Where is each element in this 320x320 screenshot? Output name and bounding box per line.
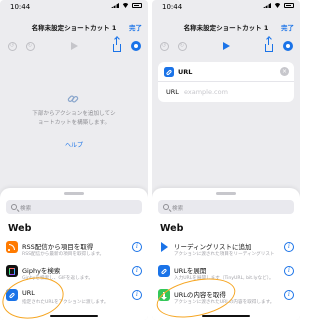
redo-icon: ↻	[177, 41, 187, 51]
nav-bar: 名称未設定ショートカット 1 完了	[0, 14, 148, 36]
action-title: Giphyを検索	[22, 267, 61, 275]
empty-canvas-hint: 下部からアクションを追加してシ ョートカットを構築します。	[16, 110, 132, 128]
redo-button[interactable]: ↻	[176, 40, 188, 52]
home-indicator	[202, 314, 250, 317]
home-indicator	[50, 314, 98, 317]
action-row-reading-list[interactable]: リーディングリストに追加 アクションに渡された項目をリーディングリストに追加しま…	[152, 239, 300, 263]
settings-button[interactable]	[282, 40, 294, 52]
link-icon	[164, 67, 174, 77]
search-icon	[163, 203, 169, 210]
action-card-header: URL ×	[158, 62, 294, 82]
redo-button[interactable]: ↻	[24, 40, 36, 52]
editor-toolbar: ↺ ↻	[152, 36, 300, 56]
nav-bar: 名称未設定ショートカット 1 完了	[152, 14, 300, 36]
shortcut-title: 名称未設定ショートカット 1	[31, 24, 117, 32]
help-link[interactable]: ヘルプ	[0, 140, 148, 149]
info-icon[interactable]: i	[284, 290, 294, 300]
redo-icon: ↻	[25, 41, 35, 51]
status-icons	[111, 3, 142, 8]
search-icon	[11, 203, 17, 210]
action-row-rss[interactable]: RSS配信から項目を取得 RSS配信から最新の項目を取得します。 i	[0, 239, 148, 263]
signal-icon	[263, 3, 271, 8]
info-icon[interactable]: i	[132, 242, 142, 252]
action-card-title: URL	[178, 68, 193, 76]
signal-icon	[111, 3, 119, 8]
editor-toolbar: ↺ ↻	[0, 36, 148, 56]
action-title: リーディングリストに追加	[174, 243, 252, 251]
hint-line-1: 下部からアクションを追加してシ	[32, 111, 116, 117]
url-input[interactable]: example.com	[184, 88, 228, 96]
run-button[interactable]	[68, 40, 80, 52]
sheet-grabber[interactable]	[216, 192, 236, 195]
gear-icon	[283, 41, 293, 51]
shortcut-title: 名称未設定ショートカット 1	[183, 24, 269, 32]
link-icon	[158, 265, 170, 277]
info-icon[interactable]: i	[132, 266, 142, 276]
share-icon	[113, 37, 121, 52]
play-icon	[70, 42, 78, 50]
left-screen: 10:44 名称未設定ショートカット 1 完了 ↺ ↻ 下部からアクションを追加…	[0, 0, 148, 320]
hint-line-2: ョートカットを構築します。	[37, 120, 111, 126]
giphy-icon	[6, 265, 18, 277]
search-placeholder: 検索	[20, 205, 32, 212]
undo-icon: ↺	[7, 41, 17, 51]
status-bar: 10:44	[152, 0, 300, 14]
play-icon	[222, 42, 230, 50]
section-title: Web	[160, 223, 184, 234]
battery-icon	[132, 3, 142, 8]
sheet-grabber[interactable]	[64, 192, 84, 195]
search-field[interactable]: 検索	[158, 200, 294, 214]
info-icon[interactable]: i	[284, 242, 294, 252]
wifi-icon	[122, 3, 129, 8]
action-desc: アクションに渡された項目をリーディングリストに追加します。	[174, 252, 274, 257]
battery-icon	[284, 3, 294, 8]
search-field[interactable]: 検索	[6, 200, 142, 214]
status-bar: 10:44	[0, 0, 148, 14]
section-title: Web	[8, 223, 32, 234]
done-button[interactable]: 完了	[281, 22, 294, 32]
action-desc: RSS配信から最新の項目を取得します。	[22, 252, 105, 257]
link-hint-icon	[66, 92, 80, 106]
action-title: URLを展開	[174, 267, 207, 275]
gear-icon	[131, 41, 141, 51]
url-param-label: URL	[166, 88, 179, 96]
wifi-icon	[274, 3, 281, 8]
share-button[interactable]	[111, 37, 123, 52]
action-title: RSS配信から項目を取得	[22, 243, 94, 251]
run-button[interactable]	[220, 40, 232, 52]
share-icon	[265, 37, 273, 52]
undo-button[interactable]: ↺	[158, 40, 170, 52]
status-time: 10:44	[10, 3, 31, 11]
share-button[interactable]	[263, 37, 275, 52]
info-icon[interactable]: i	[284, 266, 294, 276]
settings-button[interactable]	[130, 40, 142, 52]
status-time: 10:44	[162, 3, 183, 11]
search-placeholder: 検索	[172, 205, 184, 212]
url-action-card[interactable]: URL × URL example.com	[158, 62, 294, 102]
done-button[interactable]: 完了	[129, 22, 142, 32]
status-icons	[263, 3, 294, 8]
arrow-icon	[157, 240, 171, 254]
undo-button[interactable]: ↺	[6, 40, 18, 52]
remove-action-icon[interactable]: ×	[280, 67, 289, 76]
undo-icon: ↺	[159, 41, 169, 51]
right-screen: 10:44 名称未設定ショートカット 1 完了 ↺ ↻ URL × URL ex…	[152, 0, 300, 320]
info-icon[interactable]: i	[132, 290, 142, 300]
rss-icon	[6, 241, 18, 253]
